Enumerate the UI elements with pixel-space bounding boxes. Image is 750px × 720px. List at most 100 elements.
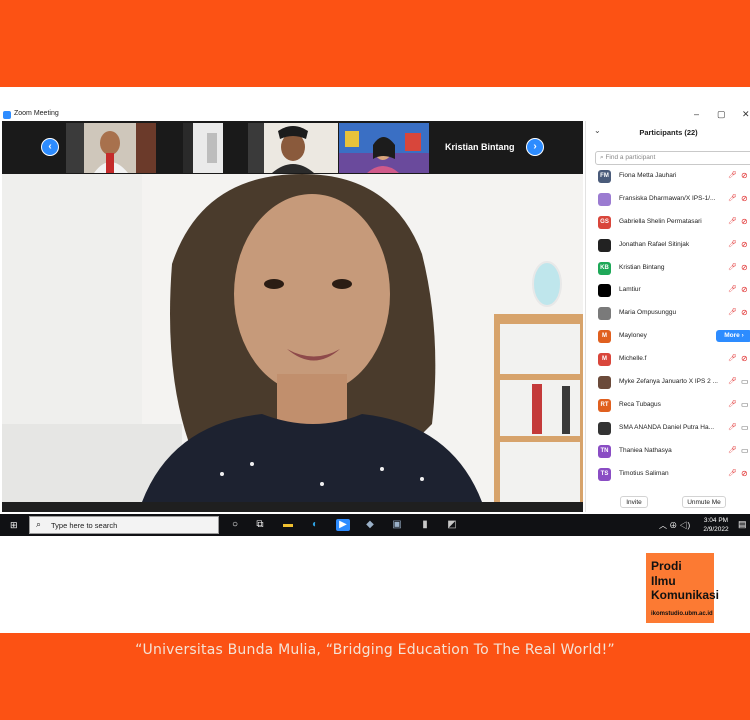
active-thumbnail-name: Kristian Bintang [445, 142, 515, 152]
unmute-me-button[interactable]: Unmute Me [682, 496, 726, 508]
mic-muted-icon: 🎤︎ [728, 355, 737, 363]
participant-row[interactable]: RT Reca Tubagus 🎤︎ ▭ [586, 394, 750, 417]
avatar: RT [598, 398, 611, 412]
window-title: Zoom Meeting [14, 110, 59, 117]
prev-page-button[interactable]: ‹ [41, 138, 59, 156]
participant-name: Maria Ompusunggu [619, 309, 677, 317]
avatar [598, 238, 611, 252]
close-button[interactable]: ✕ [742, 109, 750, 120]
top-orange-band [0, 0, 750, 87]
participant-row[interactable]: Lamtiur 🎤︎ ⊘ [586, 279, 750, 302]
mic-muted-icon: 🎤︎ [728, 286, 737, 294]
avatar: GS [598, 215, 611, 229]
video-on-icon: ▭ [741, 422, 749, 432]
avatar: FM [598, 170, 611, 183]
video-thumbnail[interactable] [339, 123, 429, 173]
mic-muted-icon: 🎤︎ [728, 217, 737, 225]
video-off-icon: ⊘ [741, 239, 748, 249]
find-participant-input[interactable]: ⌕ Find a participant [595, 151, 750, 165]
participant-name: Gabriella Shelin Permatasari [619, 217, 702, 225]
participant-row[interactable]: M Michelle.f 🎤︎ ⊘ [586, 348, 750, 371]
participant-row[interactable]: TN Thaniea Nathasya 🎤︎ ▭ [586, 440, 750, 463]
video-on-icon: ▭ [741, 445, 749, 455]
participants-footer: Invite Unmute Me [586, 493, 750, 511]
next-page-button[interactable]: › [526, 138, 544, 156]
participants-header: ⌄ Participants (22) [586, 121, 750, 143]
speaker-video-icon [2, 174, 583, 502]
cortana-icon[interactable]: ○ [229, 519, 241, 531]
mic-muted-icon: 🎤︎ [728, 446, 737, 454]
participant-row[interactable]: TS Timotius Saliman 🎤︎ ⊘ [586, 463, 750, 486]
tagline: “Universitas Bunda Mulia, “Bridging Educ… [135, 642, 615, 658]
app-icon[interactable]: ◩ [446, 519, 458, 531]
participant-name: Jonathan Rafael Sitinjak [619, 240, 690, 248]
participant-name: SMA ANANDA Daniel Putra Ha... [619, 423, 715, 431]
participants-panel: ⌄ Participants (22) ⌕ Find a participant… [585, 121, 750, 512]
app-icon[interactable]: ▣ [391, 519, 403, 531]
avatar [598, 192, 611, 206]
participant-row[interactable]: Jonathan Rafael Sitinjak 🎤︎ ⊘ [586, 234, 750, 257]
task-view-icon[interactable]: ⧉ [254, 519, 266, 531]
participant-row[interactable]: Fransiska Dharmawan/X IPS-1/... 🎤︎ ⊘ [586, 188, 750, 211]
taskbar-clock[interactable]: 3:04 PM 2/9/2022 [698, 516, 734, 534]
participant-row[interactable]: FM Fiona Metta Jauhari 🎤︎ ⊘ [586, 165, 750, 188]
app-icon[interactable]: ▮ [419, 519, 431, 531]
participant-name: Reca Tubagus [619, 400, 661, 408]
avatar [598, 421, 611, 435]
brand-logo-line: Ilmu [651, 573, 676, 588]
more-button[interactable]: More › [716, 330, 750, 343]
brand-logo-line: Prodi [651, 559, 682, 573]
invite-button[interactable]: Invite [620, 496, 648, 508]
restore-button[interactable]: ▢ [717, 109, 726, 120]
file-explorer-icon[interactable]: ▬ [282, 519, 294, 531]
video-thumbnail[interactable] [66, 123, 156, 173]
mic-muted-icon: 🎤︎ [728, 469, 737, 477]
mic-muted-icon: 🎤︎ [728, 263, 737, 271]
participant-row[interactable]: Myke Zefanya Januarto X IPS 2 ... 🎤︎ ▭ [586, 371, 750, 394]
avatar [598, 284, 611, 298]
video-off-icon: ⊘ [741, 171, 748, 180]
avatar [598, 307, 611, 321]
mic-muted-icon: 🎤︎ [728, 309, 737, 317]
minimize-button[interactable]: – [694, 109, 699, 119]
avatar: M [598, 330, 611, 344]
video-thumbnail[interactable] [183, 123, 223, 173]
system-tray-icons[interactable]: ︿ ⊕ ◁) [659, 520, 690, 531]
video-thumbnail-strip: ‹ Kristian Bintang › [2, 121, 583, 174]
avatar [598, 376, 611, 390]
find-participant-placeholder: Find a participant [605, 154, 656, 161]
avatar: TN [598, 444, 611, 458]
main-speaker-video [2, 174, 583, 502]
video-off-icon: ⊘ [741, 285, 748, 295]
zoom-logo-icon [3, 111, 11, 119]
title-bar: Zoom Meeting – ▢ ✕ [0, 108, 750, 121]
participant-row[interactable]: M Mayloney More › [586, 325, 750, 348]
participant-row[interactable]: GS Gabriella Shelin Permatasari 🎤︎ ⊘ [586, 211, 750, 234]
windows-start-icon[interactable]: ⊞ [10, 520, 18, 531]
participant-name: Lamtiur [619, 286, 641, 294]
participant-row[interactable]: SMA ANANDA Daniel Putra Ha... 🎤︎ ▭ [586, 417, 750, 440]
zoom-app-icon[interactable]: ▶ [336, 519, 350, 531]
participant-row[interactable]: KB Kristian Bintang 🎤︎ ⊘ [586, 257, 750, 280]
participant-name: Michelle.f [619, 355, 647, 363]
participant-name: Fiona Metta Jauhari [619, 172, 677, 179]
participant-row[interactable]: Maria Ompusunggu 🎤︎ ⊘ [586, 302, 750, 325]
participant-list: FM Fiona Metta Jauhari 🎤︎ ⊘ Fransiska Dharma… [586, 165, 750, 485]
participant-name: Kristian Bintang [619, 263, 665, 271]
avatar: M [598, 353, 611, 367]
edge-browser-icon[interactable]: ◐ [309, 519, 321, 531]
taskbar-search-input[interactable]: ⌕ Type here to search [29, 516, 219, 534]
video-off-icon: ⊘ [741, 354, 748, 364]
video-off-icon: ⊘ [741, 262, 748, 272]
participant-name: Myke Zefanya Januarto X IPS 2 ... [619, 378, 718, 386]
video-thumbnail[interactable] [248, 123, 338, 173]
participant-name: Thaniea Nathasya [619, 446, 672, 454]
video-control-bar [2, 502, 583, 512]
mic-muted-icon: 🎤︎ [728, 423, 737, 431]
video-on-icon: ▭ [741, 399, 749, 409]
notification-icon[interactable]: ▤ [738, 519, 747, 530]
app-icon[interactable]: ◆ [364, 519, 376, 531]
participant-name: Timotius Saliman [619, 469, 669, 477]
video-off-icon: ⊘ [741, 216, 748, 226]
mic-muted-icon: 🎤︎ [728, 240, 737, 248]
